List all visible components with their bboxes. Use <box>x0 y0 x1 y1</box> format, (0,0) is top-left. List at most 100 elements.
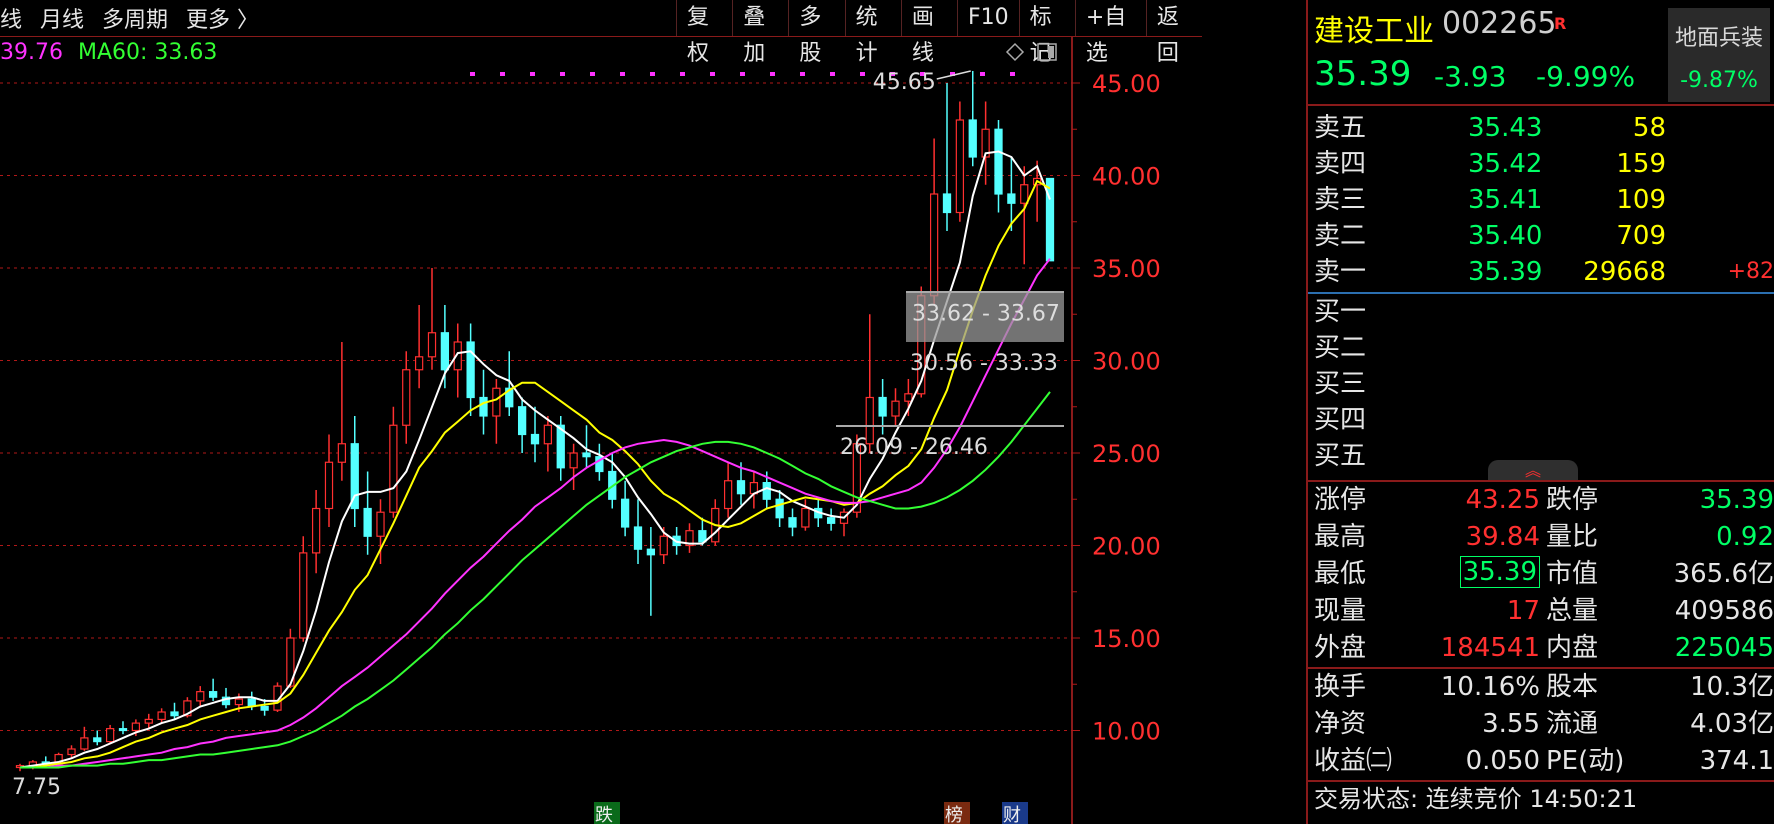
signal-dot <box>1010 72 1015 76</box>
candle-body <box>131 722 141 732</box>
candle-body <box>105 728 115 743</box>
signal-dot <box>680 72 685 76</box>
candle-body <box>762 482 771 500</box>
draw-line-button[interactable]: 画线 <box>900 0 957 66</box>
stock-name: 建设工业 <box>1314 14 1434 49</box>
add-watchlist-button[interactable]: +自选 <box>1074 0 1146 66</box>
high-label: 最高 <box>1314 522 1367 552</box>
candle-body <box>904 393 913 402</box>
candle-body <box>402 369 411 426</box>
period-tab-week[interactable]: 线 <box>0 2 22 34</box>
y-tick-label: 40.00 <box>1092 163 1161 191</box>
sell-volume: 109 <box>1616 185 1666 215</box>
volume-ratio-label: 量比 <box>1546 522 1599 552</box>
sell-row: 卖二 35.40 709 <box>1308 218 1774 254</box>
volume-ratio-value: 0.92 <box>1716 522 1774 552</box>
candle-body <box>118 728 128 732</box>
candle-body <box>942 193 952 214</box>
buy-row: 买四 <box>1308 402 1774 438</box>
turnover-value: 10.16% <box>1440 672 1540 702</box>
candle-body <box>363 507 372 537</box>
outer-volume-label: 外盘 <box>1314 633 1367 663</box>
fundamental-stats: 换手 10.16% 股本 10.3亿 净资 3.55 流通 4.03亿 收益㈡ … <box>1308 669 1774 782</box>
multi-stock-button[interactable]: 多股 <box>788 0 844 66</box>
y-tick-label: 20.00 <box>1092 533 1161 561</box>
sector-change: -9.87% <box>1680 68 1758 93</box>
sell-volume: 159 <box>1616 149 1666 179</box>
nav-value: 3.55 <box>1482 709 1540 739</box>
candle-body <box>414 356 424 371</box>
candle-body <box>389 424 398 513</box>
ma-legend: 39.76 MA60: 33.63 <box>0 40 217 65</box>
stat-row: 外盘 184541 内盘 225045 <box>1308 630 1774 667</box>
sell-volume: 709 <box>1616 221 1666 251</box>
signal-dot <box>980 72 985 76</box>
candle-body <box>878 396 887 417</box>
stat-row: 最高 39.84 量比 0.92 <box>1308 519 1774 556</box>
candle-body <box>80 737 89 750</box>
event-marker-label: 跌 <box>595 805 613 824</box>
sell-row: 卖五 35.43 58 <box>1308 110 1774 146</box>
candle-body <box>788 517 797 528</box>
candle-body <box>157 711 166 721</box>
ma-line-ma30 <box>20 258 1051 769</box>
period-tab-month[interactable]: 月线 <box>40 2 84 34</box>
candle-body <box>234 698 244 706</box>
candle-body <box>723 480 733 510</box>
ma30-value: 39.76 <box>0 40 63 65</box>
stat-row: 净资 3.55 流通 4.03亿 <box>1308 706 1774 743</box>
nav-label: 净资 <box>1314 709 1367 739</box>
current-price: 35.39 <box>1314 54 1412 94</box>
low-price-label: 7.75 <box>12 775 61 800</box>
mark-button[interactable]: 标记 <box>1018 0 1075 66</box>
sell-row: 卖一 35.39 29668 +82 <box>1308 254 1774 290</box>
event-marker-label: 财 <box>1003 805 1021 824</box>
stat-row: 最低 35.39 市值 365.6亿 <box>1308 556 1774 593</box>
signal-dot <box>710 72 715 76</box>
sell-price: 35.41 <box>1468 185 1543 215</box>
signal-dot <box>800 72 805 76</box>
signal-dot <box>770 72 775 76</box>
statistics-button[interactable]: 统计 <box>844 0 901 66</box>
sector-button[interactable]: 地面兵装 -9.87% <box>1668 8 1770 102</box>
candle-body <box>517 406 527 436</box>
back-button[interactable]: 返回 <box>1145 0 1202 66</box>
eps-label: 收益㈡ <box>1314 746 1393 776</box>
buy-row: 买三 <box>1308 366 1774 402</box>
period-tab-multi[interactable]: 多周期 <box>102 2 168 34</box>
candle-body <box>646 548 656 556</box>
market-cap-label: 市值 <box>1546 559 1599 589</box>
limit-down-label: 跌停 <box>1546 485 1599 515</box>
buy-row: 买一 <box>1308 294 1774 330</box>
candle-body <box>891 400 900 417</box>
candle-body <box>440 332 450 371</box>
sell-label: 卖一 <box>1314 257 1367 287</box>
diamond-icon <box>1005 42 1025 62</box>
restore-rights-button[interactable]: 复权 <box>676 0 732 66</box>
period-more-button[interactable]: 更多 〉 <box>186 2 259 34</box>
kline-chart-area[interactable]: 线 月线 多周期 更多 〉 复权 叠加 多股 统计 画线 F10 标记 +自选 … <box>0 0 1202 824</box>
f10-button[interactable]: F10 <box>957 0 1019 36</box>
buy-label: 买一 <box>1314 297 1367 327</box>
limit-down-value: 35.39 <box>1699 485 1774 515</box>
y-tick-label: 30.00 <box>1092 348 1161 376</box>
signal-dot <box>620 72 625 76</box>
limit-up-value: 43.25 <box>1465 485 1540 515</box>
current-volume-label: 现量 <box>1314 596 1367 626</box>
stat-row: 换手 10.16% 股本 10.3亿 <box>1308 669 1774 706</box>
signal-dot <box>830 72 835 76</box>
stat-row: 收益㈡ 0.050 PE(动) 374.1 <box>1308 743 1774 780</box>
candle-body <box>968 119 977 158</box>
sell-label: 卖三 <box>1314 185 1367 215</box>
collapse-chevron-icon[interactable]: ︽ <box>1488 460 1578 480</box>
candle-body <box>427 332 437 358</box>
zone-upper-label: 33.62 - 33.67 <box>912 302 1060 327</box>
candle-body <box>299 552 308 639</box>
sell-label: 卖四 <box>1314 149 1367 179</box>
candlestick-chart[interactable]: 45.00 40.00 35.00 30.00 25.00 20.00 15.00 10.00… <box>0 36 1202 824</box>
buy-orders: 买一 买二 买三 买四 买五 ︽ <box>1308 294 1774 482</box>
overlay-button[interactable]: 叠加 <box>732 0 788 66</box>
trading-status-state: 连续竞价 <box>1425 785 1522 813</box>
buy-row: 买二 <box>1308 330 1774 366</box>
low-value: 35.39 <box>1459 556 1540 588</box>
